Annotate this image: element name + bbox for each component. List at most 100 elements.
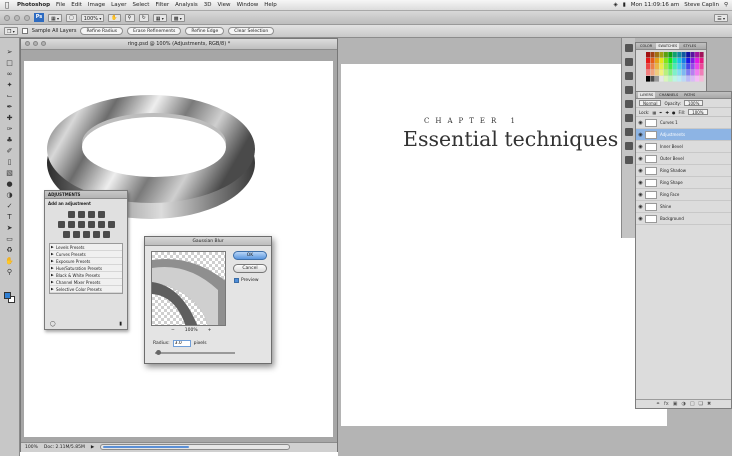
3d-rotate-tool-icon[interactable]: ♻	[4, 246, 15, 255]
layer-row[interactable]: ◉ Ring Shadow	[636, 165, 731, 177]
layer-visibility-eye-icon[interactable]: ◉	[636, 204, 645, 210]
bridge-button[interactable]: ▦	[48, 13, 63, 22]
swatch-grid[interactable]	[646, 52, 704, 82]
swatches-tab[interactable]: SWATCHES	[656, 43, 680, 49]
hand-tool-icon[interactable]: ✋	[4, 257, 15, 266]
color-swatch[interactable]	[654, 52, 659, 58]
close-window-icon[interactable]	[4, 14, 10, 21]
paths-tab[interactable]: PATHS	[682, 92, 697, 98]
radius-input[interactable]	[172, 340, 191, 347]
menu-layer[interactable]: Layer	[108, 2, 129, 8]
color-swatch[interactable]	[650, 52, 655, 58]
layer-row[interactable]: ◉ Inner Bevel	[636, 141, 731, 153]
styles-tab[interactable]: STYLES	[681, 43, 698, 49]
cancel-button[interactable]: Cancel	[233, 264, 267, 273]
document-title-bar[interactable]: ring.psd @ 100% (Adjustments, RGB/8) *	[21, 39, 337, 50]
layer-row[interactable]: ◉ Ring Face	[636, 189, 731, 201]
layer-row[interactable]: ◉ Background	[636, 213, 731, 225]
color-swatch[interactable]	[690, 76, 695, 82]
color-swatch[interactable]	[663, 58, 668, 64]
color-swatch[interactable]	[672, 70, 677, 76]
hue-saturation-icon[interactable]	[67, 221, 75, 228]
color-swatch[interactable]	[650, 58, 655, 64]
apple-menu-icon[interactable]: 	[0, 1, 14, 9]
adjustments-tab[interactable]: ADJUSTMENTS	[45, 191, 127, 199]
navigator-panel-icon[interactable]	[624, 114, 633, 122]
marquee-tool-icon[interactable]: □	[4, 59, 15, 68]
crop-tool-icon[interactable]: ⌙	[4, 92, 15, 101]
delete-layer-icon[interactable]: ✖	[707, 400, 711, 408]
screen-mode-button[interactable]: ▩	[170, 13, 185, 22]
doc-minimize-icon[interactable]	[33, 41, 38, 46]
new-layer-icon[interactable]: ❏	[699, 400, 703, 408]
color-swatch[interactable]	[686, 76, 691, 82]
type-tool-icon[interactable]: T	[4, 213, 15, 222]
color-swatch[interactable]	[695, 52, 700, 58]
fill-input[interactable]: 100%	[688, 109, 708, 115]
brightness-contrast-icon[interactable]	[67, 211, 75, 218]
color-swatch[interactable]	[699, 58, 704, 64]
color-swatch[interactable]	[677, 70, 682, 76]
color-swatch[interactable]	[672, 58, 677, 64]
color-swatch[interactable]	[668, 76, 673, 82]
zoom-tool-icon[interactable]: ⚲	[4, 268, 15, 277]
preview-checkbox[interactable]	[234, 278, 239, 283]
move-tool-icon[interactable]: ➢	[4, 48, 15, 57]
layers-tab[interactable]: LAYERS	[638, 92, 656, 98]
info-panel-icon[interactable]	[624, 128, 633, 136]
eraser-tool-icon[interactable]: ▯	[4, 158, 15, 167]
masks-panel-icon[interactable]	[624, 156, 633, 164]
color-swatch[interactable]	[681, 70, 686, 76]
character-panel-icon[interactable]	[624, 86, 633, 94]
clear-selection-button[interactable]: Clear Selection	[228, 27, 275, 35]
color-swatch[interactable]	[663, 64, 668, 70]
selective-color-icon[interactable]	[102, 231, 110, 238]
blend-mode-select[interactable]: Normal	[639, 100, 662, 106]
blur-tool-icon[interactable]: ●	[4, 180, 15, 189]
color-swatch[interactable]	[695, 70, 700, 76]
color-swatch[interactable]	[650, 64, 655, 70]
eyedropper-tool-icon[interactable]: ✒	[4, 103, 15, 112]
status-menu-arrow-icon[interactable]: ▶	[91, 443, 94, 452]
lasso-tool-icon[interactable]: ∞	[4, 70, 15, 79]
channel-mixer-icon[interactable]	[107, 221, 115, 228]
color-swatch[interactable]	[699, 52, 704, 58]
lock-position-icon[interactable]: ✚	[666, 110, 669, 115]
menu-photoshop[interactable]: Photoshop	[14, 2, 53, 8]
color-swatch[interactable]	[690, 70, 695, 76]
color-swatch[interactable]	[690, 52, 695, 58]
vibrance-icon[interactable]	[57, 221, 65, 228]
black-white-icon[interactable]	[87, 221, 95, 228]
workspace-switcher[interactable]: ☰	[714, 13, 728, 22]
color-swatch[interactable]	[686, 70, 691, 76]
horizontal-scrollbar[interactable]	[100, 444, 291, 450]
radius-slider[interactable]	[155, 350, 235, 355]
color-swatch[interactable]	[650, 70, 655, 76]
color-swatch[interactable]	[663, 70, 668, 76]
shape-tool-icon[interactable]: ▭	[4, 235, 15, 244]
color-swatch[interactable]	[686, 58, 691, 64]
color-tab[interactable]: COLOR	[638, 43, 654, 49]
preset-black-white[interactable]: Black & White Presets	[50, 272, 122, 279]
history-panel-icon[interactable]	[624, 44, 633, 52]
color-swatch[interactable]	[699, 76, 704, 82]
wifi-icon[interactable]: ◈	[614, 2, 618, 8]
color-swatch[interactable]	[668, 70, 673, 76]
path-select-tool-icon[interactable]: ➤	[4, 224, 15, 233]
color-swatch[interactable]	[663, 76, 668, 82]
preset-channel-mixer[interactable]: Channel Mixer Presets	[50, 279, 122, 286]
3d-panel-icon[interactable]	[624, 142, 633, 150]
color-swatch[interactable]	[681, 64, 686, 70]
return-to-list-icon[interactable]: ◯	[50, 321, 56, 327]
brushes-panel-icon[interactable]	[624, 72, 633, 80]
lock-transparency-icon[interactable]: ▦	[652, 110, 656, 115]
gradient-tool-icon[interactable]: ▧	[4, 169, 15, 178]
status-doc-info[interactable]: Doc: 2.11M/5.85M	[44, 443, 85, 452]
menu-help[interactable]: Help	[261, 2, 280, 8]
status-zoom[interactable]: 100%	[25, 443, 38, 452]
opacity-input[interactable]: 100%	[683, 100, 704, 106]
minimize-window-icon[interactable]	[14, 14, 20, 21]
color-swatch[interactable]	[681, 52, 686, 58]
doc-zoom-icon[interactable]	[41, 41, 46, 46]
curves-icon[interactable]	[87, 211, 95, 218]
